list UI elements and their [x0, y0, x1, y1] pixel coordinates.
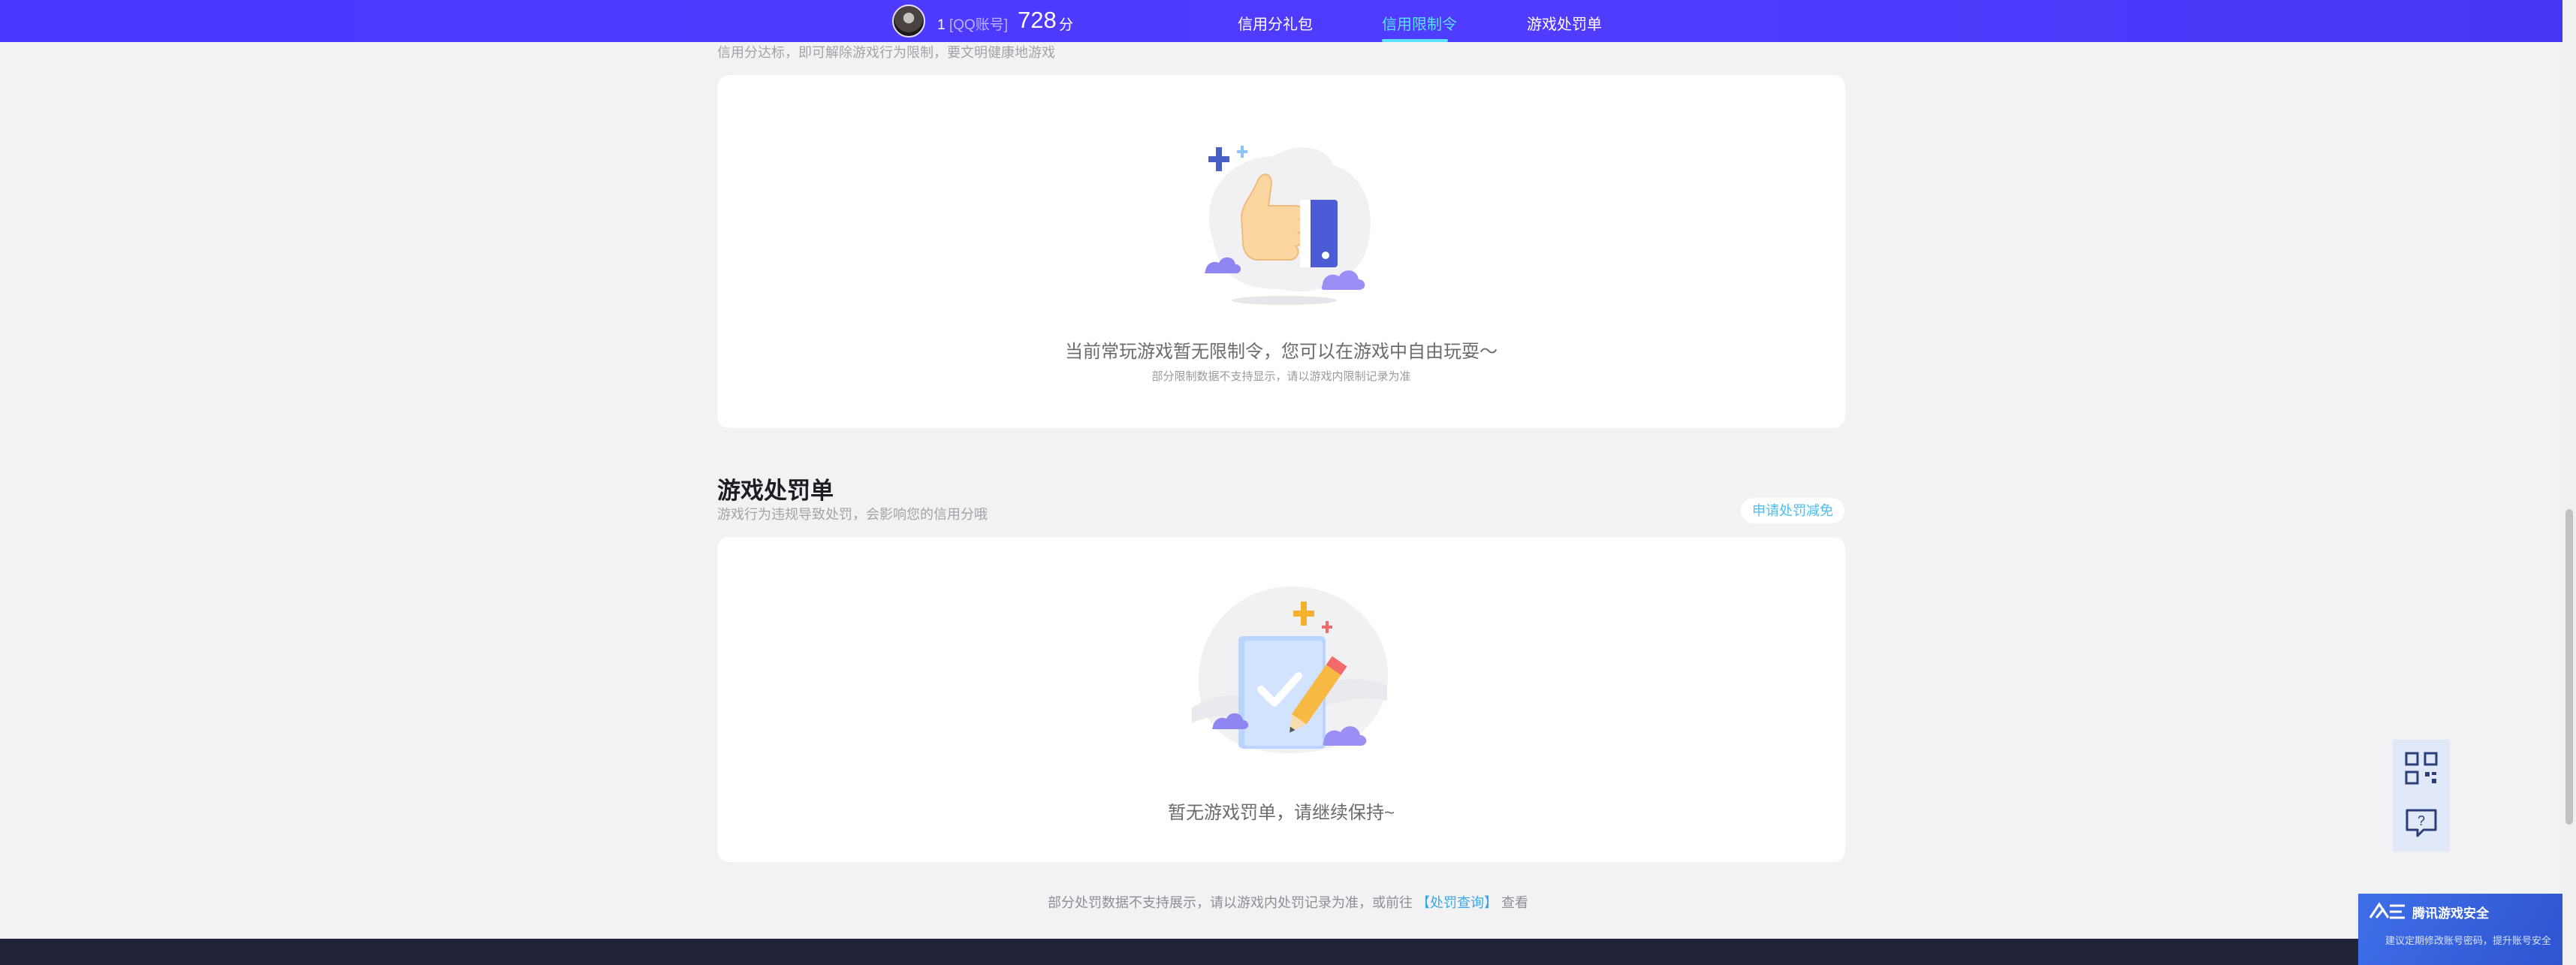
avatar[interactable] [892, 5, 925, 38]
penalty-card: 暂无游戏罚单，请继续保持~ [717, 537, 1845, 862]
thumbs-up-illustration [1204, 146, 1371, 305]
account-type: [QQ账号] [949, 17, 1008, 33]
restriction-empty-message: 当前常玩游戏暂无限制令，您可以在游戏中自由玩耍～ [1065, 342, 1498, 362]
scrollbar-thumb[interactable] [2565, 509, 2573, 825]
credit-score: 728 [1018, 7, 1057, 33]
tab-credit-gift[interactable]: 信用分礼包 [1238, 12, 1313, 34]
top-nav-bar: 1 [QQ账号] 728 分 信用分礼包 信用限制令 游戏处罚单 [0, 0, 2576, 42]
bottom-footer-bar [0, 939, 2576, 965]
penalty-footer-note: 部分处罚数据不支持展示，请以游戏内处罚记录为准，或前往 【处罚查询】 查看 [0, 892, 2576, 912]
restriction-subtitle: 信用分达标，即可解除游戏行为限制，要文明健康地游戏 [717, 45, 1055, 60]
tencent-game-security-logo [2369, 902, 2405, 919]
restriction-note: 部分限制数据不支持显示，请以游戏内限制记录为准 [1151, 370, 1411, 383]
svg-text:?: ? [2418, 813, 2425, 828]
penalty-empty-message: 暂无游戏罚单，请继续保持~ [1167, 803, 1395, 823]
active-tab-indicator [1382, 39, 1448, 42]
appeal-penalty-button[interactable]: 申请处罚减免 [1741, 498, 1845, 523]
help-feedback-button[interactable]: ? [2393, 795, 2450, 852]
penalty-section-title: 游戏处罚单 [717, 478, 834, 504]
page-scrollbar[interactable] [2562, 0, 2576, 965]
qr-code-icon [2405, 752, 2438, 785]
qr-code-button[interactable] [2393, 740, 2450, 797]
restriction-card: 当前常玩游戏暂无限制令，您可以在游戏中自由玩耍～ 部分限制数据不支持显示，请以游… [717, 75, 1845, 428]
footer-note-suffix: 查看 [1501, 895, 1529, 910]
checklist-pencil-illustration [1192, 586, 1389, 753]
promo-subtitle: 建议定期修改账号密码，提升账号安全 [2385, 935, 2552, 946]
tab-credit-restriction[interactable]: 信用限制令 [1382, 12, 1457, 34]
penalty-query-link[interactable]: 【处罚查询】 [1416, 895, 1498, 910]
penalty-subtitle: 游戏行为违规导致处罚，会影响您的信用分哦 [717, 507, 988, 522]
help-chat-icon: ? [2406, 809, 2437, 837]
footer-note-prefix: 部分处罚数据不支持展示，请以游戏内处罚记录为准，或前往 [1047, 895, 1413, 910]
user-id-value: 1 [937, 17, 946, 33]
user-id: 1 [QQ账号] [937, 14, 1008, 34]
credit-score-unit: 分 [1059, 17, 1074, 33]
tab-game-penalty[interactable]: 游戏处罚单 [1527, 12, 1602, 34]
promo-title: 腾讯游戏安全 [2412, 906, 2489, 921]
security-promo-banner[interactable]: 腾讯游戏安全 建议定期修改账号密码，提升账号安全 [2358, 894, 2576, 965]
